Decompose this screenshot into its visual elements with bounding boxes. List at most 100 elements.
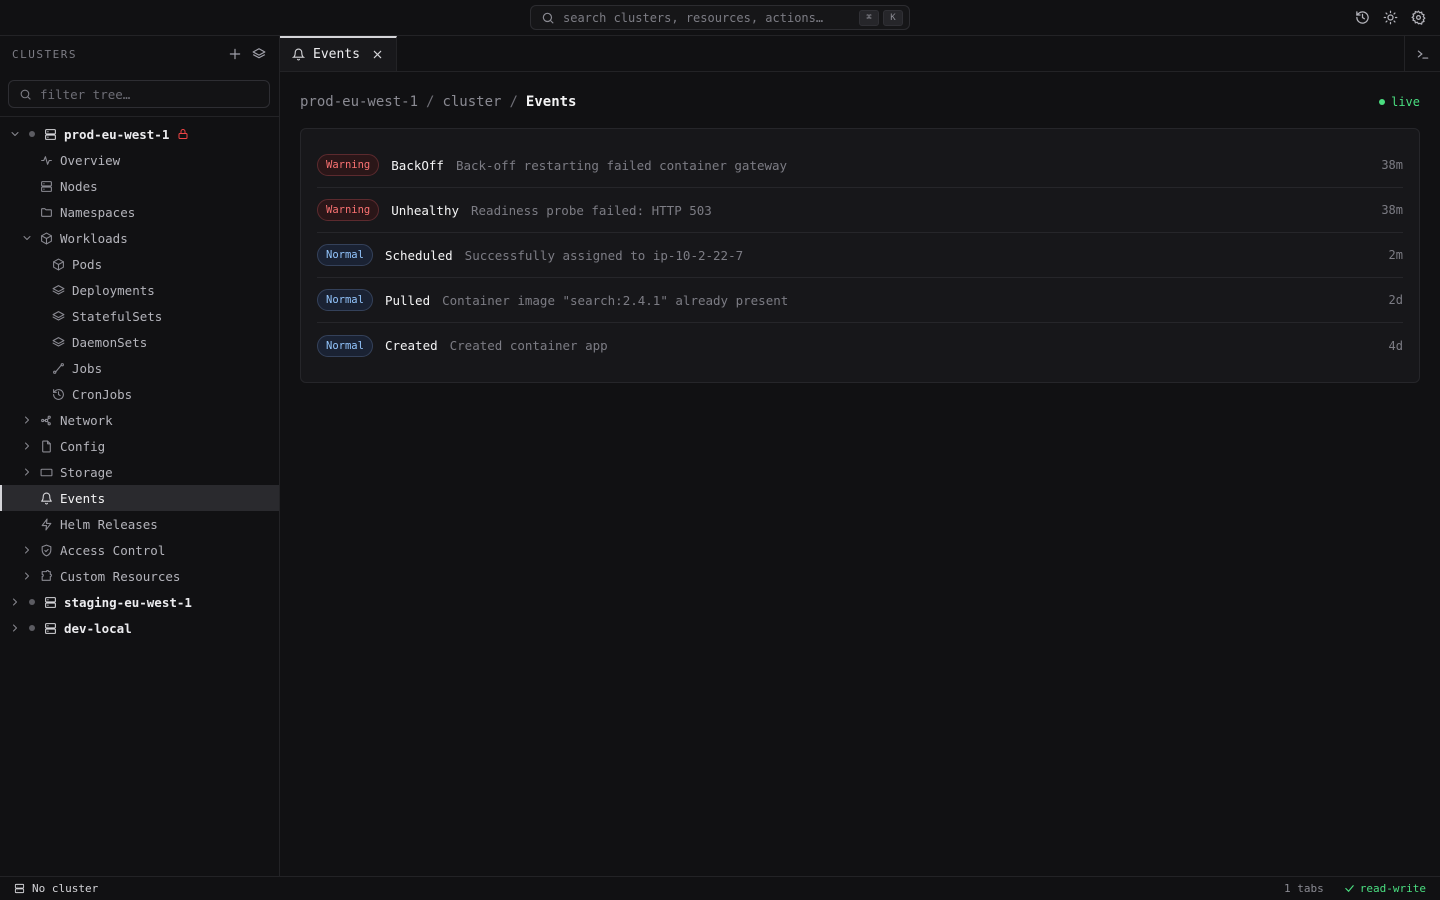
event-reason: Created (384, 338, 438, 353)
tab-events[interactable]: Events (280, 36, 397, 71)
sidebar-title: CLUSTERS (12, 47, 77, 61)
breadcrumb-separator: / (426, 94, 435, 110)
event-type-badge: Normal (317, 334, 373, 357)
command-search[interactable]: ⌘ K (530, 5, 910, 30)
search-input[interactable] (563, 10, 855, 25)
tree-item-label: Access Control (60, 542, 166, 558)
add-cluster-icon[interactable] (227, 46, 243, 62)
search-icon (541, 11, 555, 25)
chevron-right-icon[interactable] (9, 622, 21, 634)
live-indicator: live (1379, 95, 1420, 109)
tree-item-namespaces[interactable]: Namespaces (0, 199, 279, 225)
zap-icon (40, 518, 53, 531)
access-mode: read-write (1344, 882, 1426, 895)
tree-item-label: prod-eu-west-1 (64, 126, 170, 142)
chevron-right-icon[interactable] (21, 466, 33, 478)
event-row[interactable]: Warning BackOff Back-off restarting failed… (317, 143, 1403, 188)
event-message: Back-off restarting failed container gat… (455, 157, 788, 173)
tree-item-jobs[interactable]: Jobs (0, 355, 279, 381)
event-age: 38m (1381, 203, 1403, 217)
tree-item-custom-resources[interactable]: Custom Resources (0, 563, 279, 589)
chevron-right-icon[interactable] (21, 570, 33, 582)
chevron-down-icon[interactable] (9, 128, 21, 140)
tree-item-events[interactable]: Events (0, 485, 279, 511)
tree-item-label: Pods (72, 256, 103, 272)
chevron-right-icon[interactable] (21, 544, 33, 556)
puzzle-icon (40, 569, 53, 583)
breadcrumb-current: Events (525, 94, 577, 110)
layers-icon[interactable] (251, 46, 267, 62)
tree-item-label: Custom Resources (60, 568, 181, 584)
cluster-tree: prod-eu-west-1 Overview Nodes Namespaces Wor… (0, 117, 279, 641)
terminal-icon (1416, 47, 1430, 61)
cluster-node-dev-local[interactable]: dev-local (0, 615, 279, 641)
tree-item-cronjobs[interactable]: CronJobs (0, 381, 279, 407)
event-type-badge: Normal (317, 244, 373, 266)
tab-bar: Events (280, 36, 1440, 72)
history-icon[interactable] (1354, 9, 1370, 25)
tree-item-pods[interactable]: Pods (0, 251, 279, 277)
cluster-node-prod-eu-west-1[interactable]: prod-eu-west-1 (0, 121, 279, 147)
tree-item-deployments[interactable]: Deployments (0, 277, 279, 303)
tree-item-helm-releases[interactable]: Helm Releases (0, 511, 279, 537)
close-icon[interactable] (372, 49, 384, 61)
sun-icon[interactable] (1382, 9, 1398, 25)
chevron-right-icon[interactable] (21, 414, 33, 426)
event-reason: Scheduled (384, 247, 453, 263)
sidebar-header: CLUSTERS (0, 36, 279, 72)
cluster-status[interactable]: No cluster (14, 882, 1284, 895)
breadcrumb-cluster[interactable]: prod-eu-west-1 (300, 94, 418, 110)
event-type-badge: Normal (317, 289, 373, 311)
events-list: Warning BackOff Back-off restarting failed… (300, 128, 1420, 383)
tree-item-workloads[interactable]: Workloads (0, 225, 279, 251)
event-row[interactable]: Normal Created Created container app 4d (317, 323, 1403, 368)
chevron-down-icon[interactable] (21, 232, 33, 244)
chevron-right-icon[interactable] (21, 440, 33, 452)
event-reason: Unhealthy (391, 202, 459, 218)
breadcrumb-scope[interactable]: cluster (442, 94, 501, 110)
history-icon (52, 388, 65, 401)
shortcut-key-k: K (883, 9, 903, 26)
check-icon (1344, 883, 1355, 894)
folder-icon (40, 206, 53, 219)
event-age: 38m (1381, 158, 1403, 172)
event-type-badge: Warning (317, 154, 380, 176)
tree-item-label: Network (60, 412, 113, 428)
filter-tree-input[interactable] (40, 86, 259, 102)
cluster-status-dot (29, 599, 35, 605)
event-row[interactable]: Warning Unhealthy Readiness probe failed: … (317, 188, 1403, 233)
tree-item-label: Helm Releases (60, 516, 158, 532)
cluster-status-label: No cluster (32, 882, 99, 895)
event-row[interactable]: Normal Pulled Container image "search:2.4.… (317, 278, 1403, 323)
tree-item-access-control[interactable]: Access Control (0, 537, 279, 563)
tree-item-nodes[interactable]: Nodes (0, 173, 279, 199)
tab-label: Events (313, 47, 360, 62)
event-reason: BackOff (391, 157, 444, 173)
cluster-sidebar: CLUSTERS prod-eu-west-1 Overview Nodes Name… (0, 36, 280, 876)
breadcrumb-bar: prod-eu-west-1 / cluster / Events live (300, 92, 1420, 112)
gear-icon[interactable] (1410, 9, 1426, 25)
top-bar: ⌘ K (0, 0, 1440, 36)
cluster-status-dot (29, 625, 35, 631)
tree-filter[interactable] (8, 80, 270, 108)
status-bar: No cluster 1 tabs read-write (0, 876, 1440, 900)
live-dot (1379, 99, 1386, 105)
tree-item-storage[interactable]: Storage (0, 459, 279, 485)
network-icon (40, 414, 53, 427)
terminal-button[interactable] (1404, 36, 1440, 72)
event-message: Container image "search:2.4.1" already p… (442, 292, 789, 308)
events-view: prod-eu-west-1 / cluster / Events live W… (280, 72, 1440, 383)
tree-item-label: CronJobs (72, 386, 133, 402)
cluster-node-staging-eu-west-1[interactable]: staging-eu-west-1 (0, 589, 279, 615)
tree-item-overview[interactable]: Overview (0, 147, 279, 173)
tree-item-config[interactable]: Config (0, 433, 279, 459)
tree-item-network[interactable]: Network (0, 407, 279, 433)
event-age: 2m (1388, 248, 1403, 262)
tree-item-daemonsets[interactable]: DaemonSets (0, 329, 279, 355)
event-row[interactable]: Normal Scheduled Successfully assigned to … (317, 233, 1403, 278)
chevron-right-icon[interactable] (9, 596, 21, 608)
server-icon (44, 622, 57, 635)
activity-icon (40, 154, 53, 167)
server-icon (40, 180, 53, 193)
tree-item-statefulsets[interactable]: StatefulSets (0, 303, 279, 329)
